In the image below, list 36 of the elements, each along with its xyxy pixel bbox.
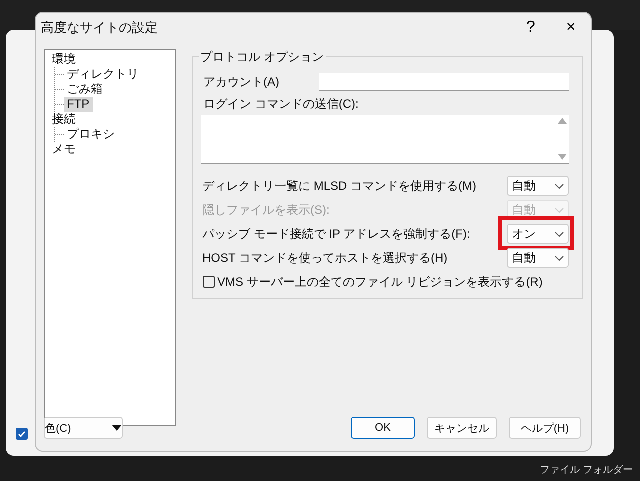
help-button[interactable]: ? xyxy=(511,14,551,42)
window-title: 高度なサイトの設定 xyxy=(41,19,159,37)
tree-item[interactable]: FTP xyxy=(64,97,93,112)
color-button[interactable]: 色(C) xyxy=(44,417,123,439)
tree-item[interactable]: ごみ箱 xyxy=(64,82,106,97)
checkbox[interactable] xyxy=(202,276,215,288)
account-field[interactable] xyxy=(319,73,569,91)
scroll-up-icon[interactable] xyxy=(558,118,566,124)
tree-item[interactable]: プロキシ xyxy=(64,127,118,142)
tree-item[interactable]: 接続 xyxy=(49,112,79,127)
file-type-text: ファイル フォルダー xyxy=(540,463,633,477)
dropdown[interactable]: オン xyxy=(507,224,569,244)
chevron-icon xyxy=(555,208,564,212)
tree-item[interactable]: 環境 xyxy=(49,52,79,67)
checkbox[interactable] xyxy=(16,428,28,440)
scroll-down-icon[interactable] xyxy=(558,154,566,160)
option-label: ディレクトリ一覧に MLSD コマンドを使用する(M) xyxy=(202,178,477,194)
chevron-icon xyxy=(555,232,564,236)
login-command-label: ログイン コマンドの送信(C): xyxy=(202,96,360,113)
option-label: パッシブ モード接続で IP アドレスを強制する(F): xyxy=(202,226,470,242)
option-label: 隠しファイルを表示(S): xyxy=(202,202,330,218)
close-button[interactable]: × xyxy=(551,14,591,42)
login-command-field[interactable] xyxy=(200,115,569,164)
dropdown[interactable]: 自動 xyxy=(507,176,569,196)
tree-item[interactable]: ディレクトリ xyxy=(64,67,142,82)
dropdown[interactable]: 自動 xyxy=(507,248,569,268)
option-label: HOST コマンドを使ってホストを選択する(H) xyxy=(202,250,448,266)
dropdown-arrow-icon xyxy=(112,425,122,431)
help-button[interactable]: ヘルプ(H) xyxy=(509,417,581,439)
ok-button[interactable]: OK xyxy=(351,417,415,439)
cancel-button[interactable]: キャンセル xyxy=(427,417,497,439)
checkbox-label: VMS サーバー上の全てのファイル リビジョンを表示する(R) xyxy=(218,274,543,290)
chevron-icon xyxy=(555,256,564,260)
tree-item[interactable]: メモ xyxy=(49,142,79,157)
account-label: アカウント(A) xyxy=(204,74,280,90)
chevron-icon xyxy=(555,184,564,188)
